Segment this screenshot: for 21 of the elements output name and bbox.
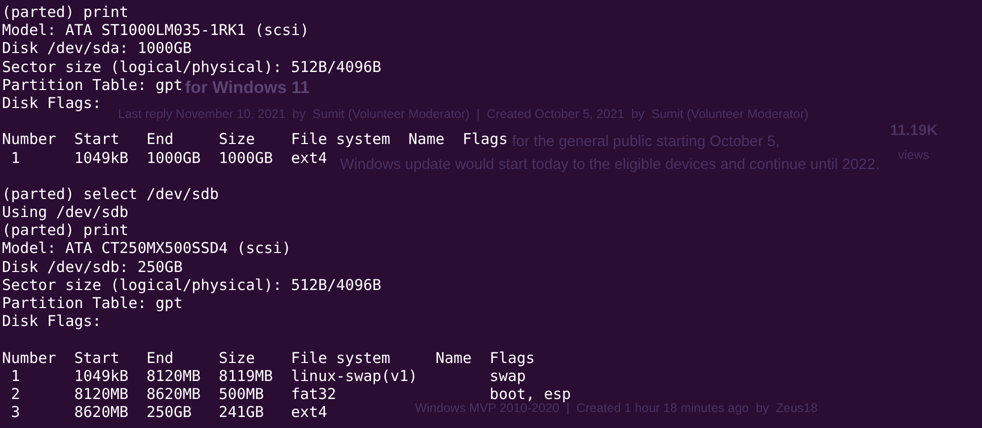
terminal-output: Model: ATA CT250MX500SSD4 (scsi) [2,239,291,258]
terminal-output: 1 1049kB 1000GB 1000GB ext4 [10,148,328,166]
terminal-output: Number Start End Size File system Name Flags [2,348,535,367]
terminal-output: Sector size (logical/physical): 512B/4096B [2,276,382,294]
terminal-output: 2 8120MB 8620MB 500MB fat32 boot, esp [10,384,571,403]
terminal-output: Disk /dev/sdb: 250GB [2,258,183,276]
terminal-output: 1 1049kB 8120MB 8119MB linux-swap(v1) swap [10,366,526,385]
terminal-output: Partition Table: gpt [2,294,183,312]
terminal-output: Sector size (logical/physical): 512B/4096B [2,58,382,76]
terminal-output: (parted) print [2,221,128,240]
terminal-output: Disk Flags: [2,312,102,330]
terminal-output: Disk Flags: [2,94,102,112]
post-title: for Windows 11 [185,78,310,98]
terminal-output: (parted) select /dev/sdb [2,184,219,203]
terminal-output: Disk /dev/sda: 1000GB [2,39,192,58]
terminal-output: Model: ATA ST1000LM035-1RK1 (scsi) [2,21,310,40]
terminal-output: (parted) print [2,3,128,21]
terminal-output: Partition Table: gpt [2,76,183,94]
terminal-output: Number Start End Size File system Name Flags [2,130,508,148]
terminal-output: 3 8620MB 250GB 241GB ext4 [10,403,328,422]
terminal-output: Using /dev/sdb [2,203,128,222]
